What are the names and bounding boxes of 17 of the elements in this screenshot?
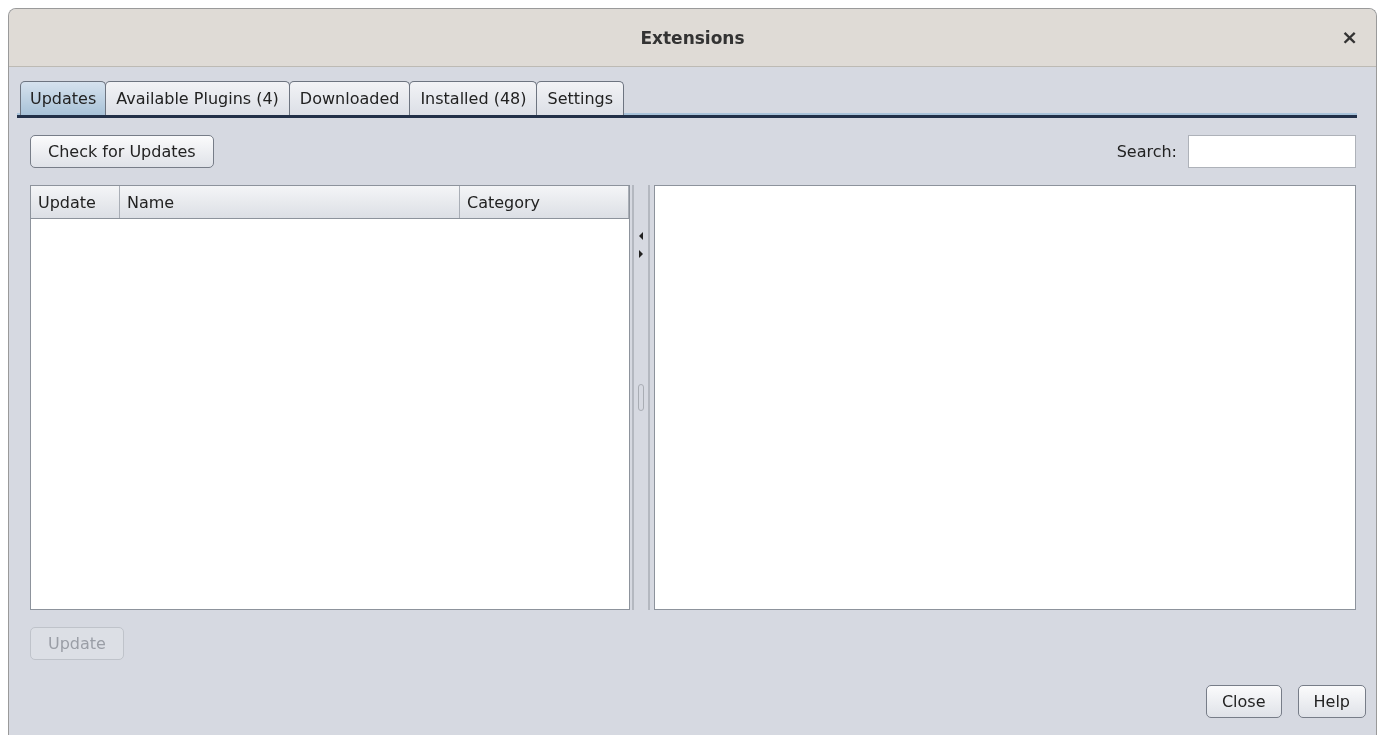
- dialog-button[interactable]: Close: [1205, 685, 1282, 718]
- tab[interactable]: Updates: [20, 81, 107, 115]
- tab[interactable]: Available Plugins (4): [105, 81, 290, 115]
- collapse-arrows-icon[interactable]: [638, 232, 644, 258]
- search-field[interactable]: [1188, 135, 1356, 168]
- check-for-updates-button[interactable]: Check for Updates: [30, 135, 214, 168]
- column-header[interactable]: Update: [31, 186, 120, 218]
- close-button[interactable]: ×: [1337, 25, 1362, 49]
- tab[interactable]: Installed (48): [409, 81, 538, 115]
- window-title: Extensions: [640, 27, 745, 48]
- tab[interactable]: Downloaded: [288, 81, 411, 115]
- column-header[interactable]: Name: [120, 186, 460, 218]
- dialog-button[interactable]: Help: [1297, 685, 1366, 718]
- search-label: Search:: [1116, 142, 1177, 161]
- tab[interactable]: Settings: [536, 81, 625, 115]
- column-header[interactable]: Category: [460, 186, 629, 218]
- divider-grip-icon[interactable]: [638, 384, 644, 411]
